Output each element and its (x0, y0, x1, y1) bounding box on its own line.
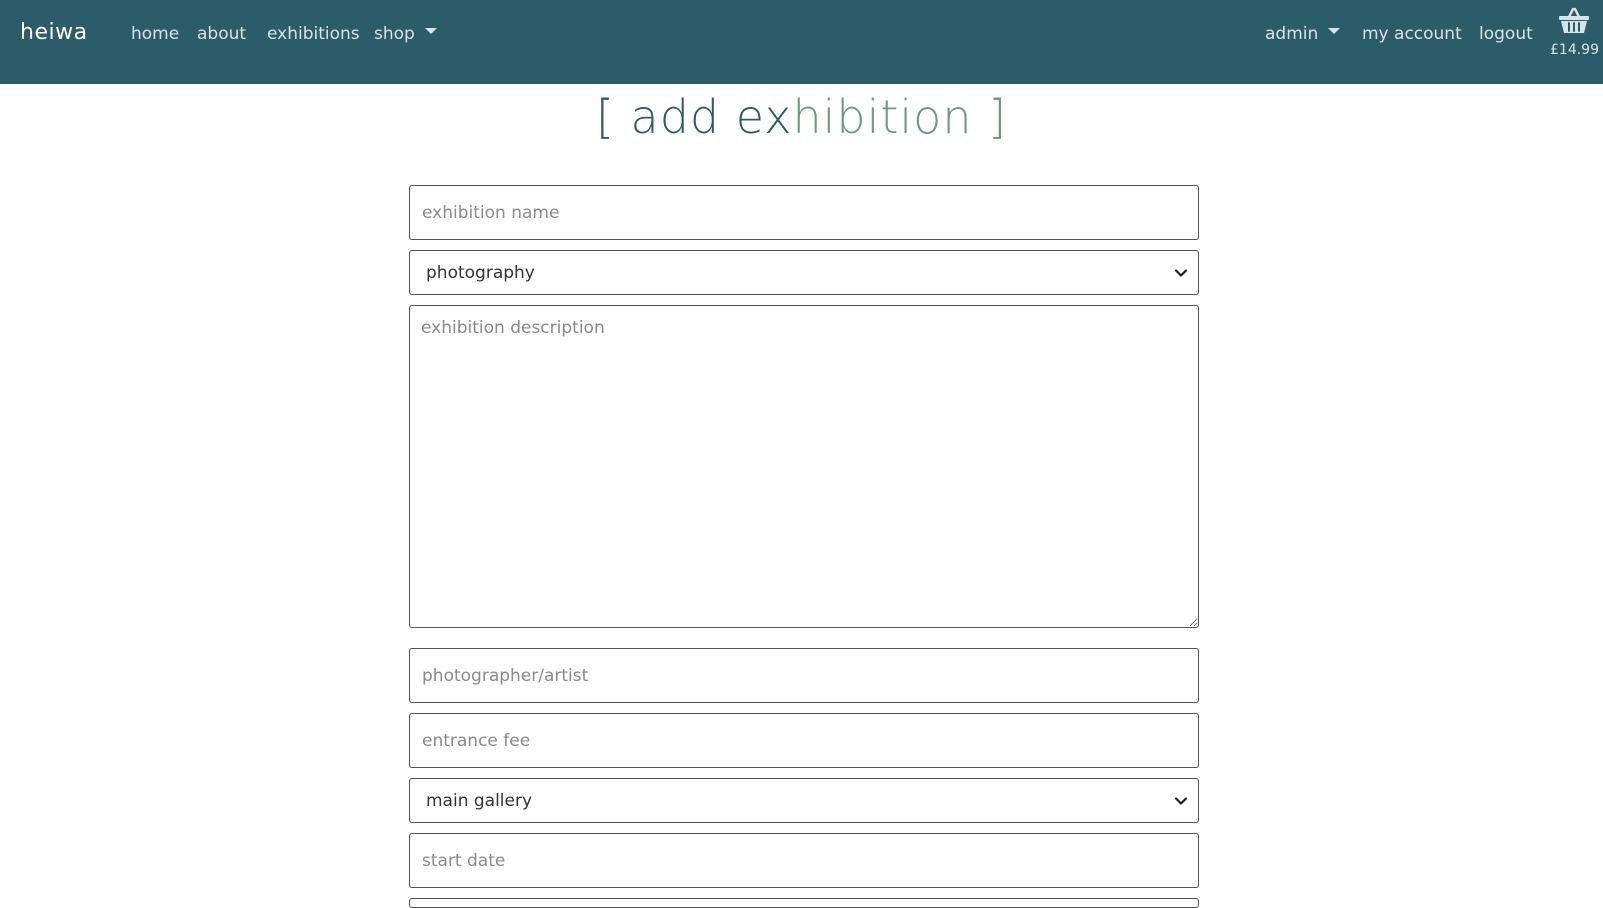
nav-home[interactable]: home (131, 24, 179, 44)
nav-about[interactable]: about (197, 24, 246, 44)
title-bracket-open: [ (595, 90, 615, 144)
basket-icon (1559, 7, 1589, 33)
gallery-select[interactable]: main gallery (409, 778, 1199, 823)
entrance-fee-input[interactable] (409, 713, 1199, 768)
brand-logo[interactable]: heiwa (20, 20, 88, 45)
exhibition-description-textarea[interactable] (409, 305, 1199, 628)
nav-shop-label: shop (374, 24, 415, 44)
nav-shop-dropdown[interactable]: shop (374, 24, 437, 44)
chevron-down-icon (1174, 268, 1188, 277)
title-bracket-close: ] (988, 90, 1008, 144)
nav-my-account[interactable]: my account (1362, 24, 1462, 44)
top-navbar: heiwa home about exhibitions shop admin … (0, 0, 1603, 84)
caret-down-icon (1328, 28, 1341, 34)
title-text-b: hibition (792, 90, 973, 144)
nav-exhibitions[interactable]: exhibitions (267, 24, 360, 44)
chevron-down-icon (1174, 796, 1188, 805)
category-select[interactable]: photography (409, 250, 1199, 295)
gallery-selected-value: main gallery (426, 790, 533, 811)
artist-input[interactable] (409, 648, 1199, 703)
caret-down-icon (424, 28, 437, 34)
nav-logout[interactable]: logout (1479, 24, 1533, 44)
start-date-input[interactable] (409, 833, 1199, 888)
page-title: [ add exhibition ] (0, 90, 1603, 144)
nav-admin-dropdown[interactable]: admin (1265, 24, 1341, 44)
category-selected-value: photography (426, 262, 535, 283)
title-text-a: add ex (630, 90, 793, 144)
nav-admin-label: admin (1265, 24, 1319, 44)
shopping-basket[interactable]: £14.99 (1550, 4, 1600, 64)
basket-total: £14.99 (1550, 42, 1599, 58)
exhibition-name-input[interactable] (409, 185, 1199, 240)
